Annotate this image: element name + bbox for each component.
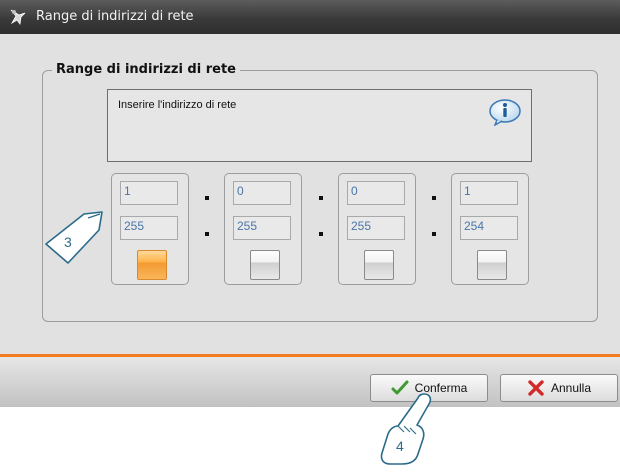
group-title: Range di indirizzi di rete [52, 62, 240, 77]
octet-4-to-field[interactable]: 254 [460, 216, 518, 240]
callout-3-pointer-icon [45, 211, 103, 264]
octet-3-select-button[interactable] [364, 250, 394, 280]
cancel-button[interactable]: Annulla [500, 374, 618, 402]
callout-3-number: 3 [64, 234, 72, 250]
x-icon [528, 380, 544, 396]
callout-step-3: 3 [44, 208, 106, 268]
octet-3-group: 0 255 [338, 173, 416, 285]
octet-4-from-field[interactable]: 1 [460, 181, 518, 205]
dialog-window: Range di indirizzi di rete Range di indi… [0, 0, 620, 407]
info-icon [489, 99, 521, 126]
octet-3-to-field[interactable]: 255 [347, 216, 405, 240]
octet-1-group: 1 255 [111, 173, 189, 285]
octet-3-from-field[interactable]: 0 [347, 181, 405, 205]
separator-dot [432, 196, 436, 200]
separator-dot [319, 196, 323, 200]
octet-2-select-button[interactable] [250, 250, 280, 280]
separator-dot [205, 196, 209, 200]
title-bar[interactable]: Range di indirizzi di rete [0, 0, 620, 34]
octet-4-select-button[interactable] [477, 250, 507, 280]
callout-4-number: 4 [396, 438, 404, 454]
separator-dot [319, 232, 323, 236]
app-icon [10, 9, 26, 26]
octet-1-select-button[interactable] [137, 250, 167, 280]
separator-dot [432, 232, 436, 236]
octet-1-from-field[interactable]: 1 [120, 181, 178, 205]
window-title: Range di indirizzi di rete [36, 9, 194, 24]
octet-2-from-field[interactable]: 0 [233, 181, 291, 205]
callout-4-hand-icon [380, 393, 432, 465]
octet-1-to-field[interactable]: 255 [120, 216, 178, 240]
dialog-body: Range di indirizzi di rete Inserire l'in… [0, 34, 620, 354]
separator-dot [205, 232, 209, 236]
cancel-label: Annulla [550, 381, 592, 395]
octet-2-group: 0 255 [224, 173, 302, 285]
info-panel: Inserire l'indirizzo di rete [107, 89, 532, 162]
callout-step-4: 4 [374, 392, 436, 468]
octet-2-to-field[interactable]: 255 [233, 216, 291, 240]
octet-4-group: 1 254 [451, 173, 529, 285]
info-text: Inserire l'indirizzo di rete [118, 99, 237, 111]
